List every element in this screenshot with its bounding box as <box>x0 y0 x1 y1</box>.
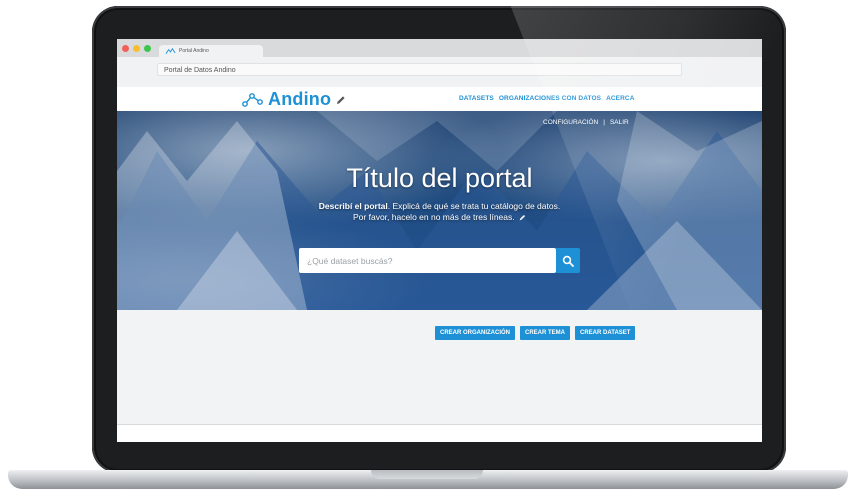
site-logo[interactable]: Andino <box>241 89 346 110</box>
close-window-button[interactable] <box>122 45 129 52</box>
description-line-2: Por favor, hacelo en no más de tres líne… <box>353 212 515 222</box>
create-dataset-button[interactable]: CREAR DATASET <box>575 326 636 340</box>
laptop-notch <box>371 470 483 479</box>
address-bar[interactable]: Portal de Datos Andino <box>157 63 682 76</box>
pencil-icon[interactable] <box>519 214 526 221</box>
tab-label: Portal Andino <box>179 48 209 54</box>
footer <box>117 425 762 442</box>
logo-text: Andino <box>268 89 332 109</box>
search-box <box>299 248 556 273</box>
logout-link[interactable]: SALIR <box>610 119 629 126</box>
link-divider: | <box>603 119 605 126</box>
nav-organizaciones[interactable]: ORGANIZACIONES CON DATOS <box>499 95 601 102</box>
maximize-window-button[interactable] <box>144 45 151 52</box>
browser-tabbar: Portal Andino <box>117 39 762 57</box>
search-button[interactable] <box>556 248 580 273</box>
nav-datasets[interactable]: DATASETS <box>459 95 494 102</box>
portal-title[interactable]: Título del portal <box>117 163 762 194</box>
site-header: Andino DATASETS ORGANIZACIONES CON DATOS… <box>117 87 762 111</box>
andino-logo-icon <box>165 47 176 55</box>
create-organization-button[interactable]: CREAR ORGANIZACIÓN <box>435 326 515 340</box>
hero-banner: CONFIGURACIÓN | SALIR Título del portal De… <box>117 111 762 310</box>
search-input[interactable] <box>299 248 556 273</box>
create-theme-button[interactable]: CREAR TEMA <box>520 326 570 340</box>
browser-tab[interactable]: Portal Andino <box>159 45 263 57</box>
user-links: CONFIGURACIÓN | SALIR <box>543 119 634 126</box>
nav-acerca[interactable]: ACERCA <box>606 95 634 102</box>
description-rest: . Explicá de qué se trata tu catálogo de… <box>387 201 561 211</box>
main-content: CREAR ORGANIZACIÓN CREAR TEMA CREAR DATA… <box>117 310 762 442</box>
settings-link[interactable]: CONFIGURACIÓN <box>543 119 598 126</box>
admin-actions: CREAR ORGANIZACIÓN CREAR TEMA CREAR DATA… <box>435 326 636 340</box>
magnifier-icon <box>562 255 574 267</box>
browser-toolbar: Portal de Datos Andino <box>117 57 762 88</box>
minimize-window-button[interactable] <box>133 45 140 52</box>
pencil-icon[interactable] <box>336 95 346 105</box>
andino-logo-icon <box>242 92 263 107</box>
portal-description[interactable]: Describí el portal. Explicá de qué se tr… <box>117 201 762 223</box>
laptop-screen: Portal Andino Portal de Datos Andino And… <box>117 39 762 442</box>
main-nav: DATASETS ORGANIZACIONES CON DATOS ACERCA <box>459 95 634 102</box>
description-bold: Describí el portal <box>318 201 388 211</box>
